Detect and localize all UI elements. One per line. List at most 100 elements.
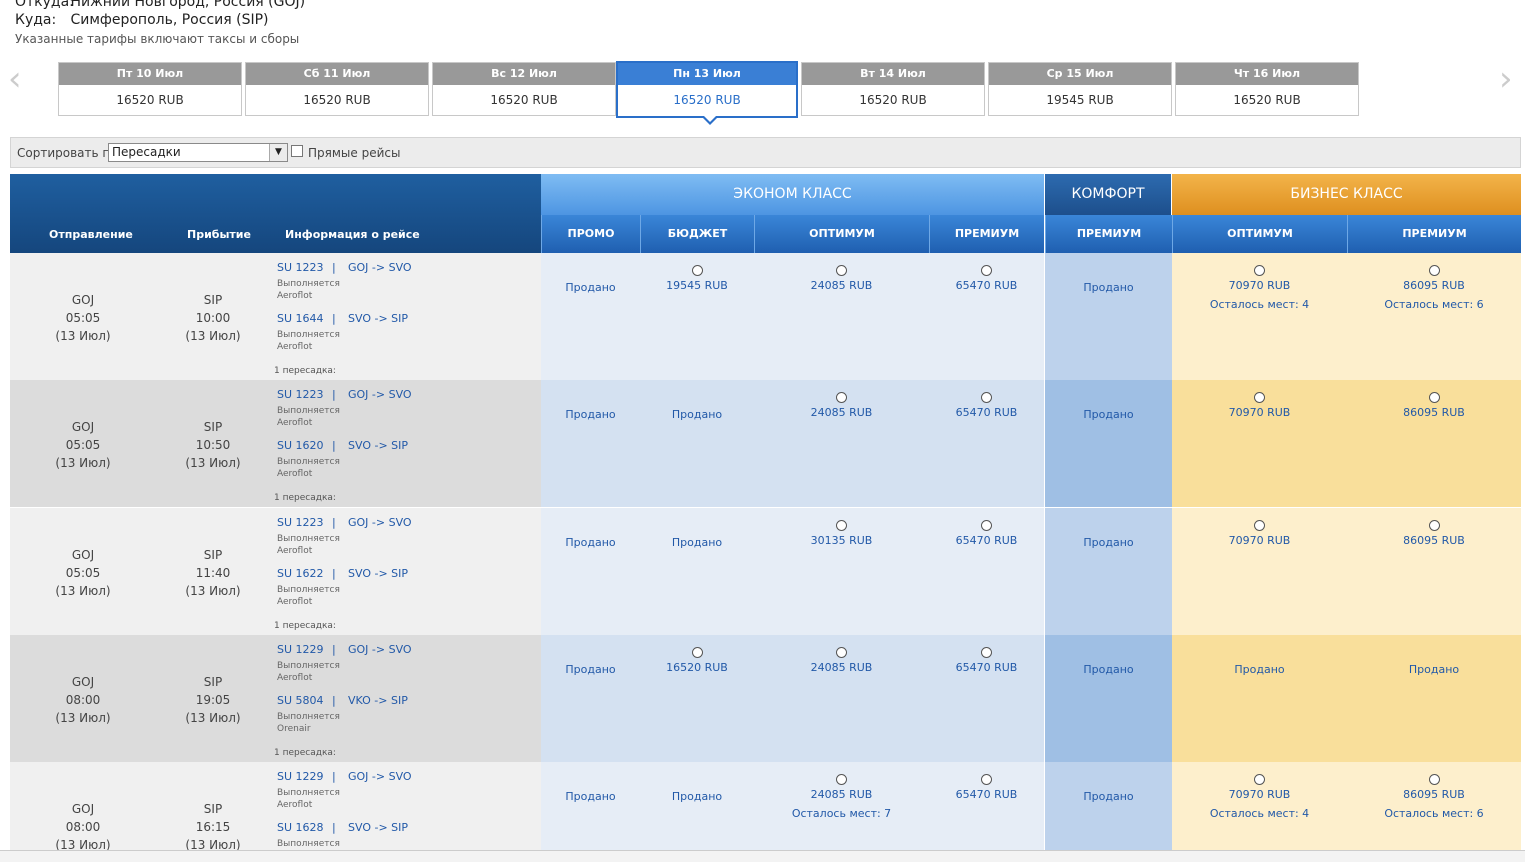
- fare-price: Продано: [671, 536, 723, 549]
- fare-option[interactable]: 86095 RUB Осталось мест: 6: [1347, 774, 1521, 820]
- fare-option[interactable]: 65470 RUB: [929, 774, 1044, 801]
- arrival-date: (13 Июл): [185, 711, 241, 725]
- flight-number[interactable]: SU 1229: [277, 770, 334, 783]
- date-tab[interactable]: Пн 13 Июл 16520 RUB: [616, 61, 798, 125]
- flight-number[interactable]: SU 1620: [277, 439, 334, 452]
- fare-option[interactable]: 16520 RUB: [640, 647, 754, 674]
- flight-segment[interactable]: SU 1223 | GOJ -> SVO: [277, 516, 412, 529]
- fare-type-header: БЮДЖЕТ: [640, 215, 754, 253]
- fare-radio[interactable]: [691, 647, 703, 658]
- fare-price: 70970 RUB: [1228, 534, 1291, 547]
- fare-option[interactable]: 24085 RUB: [754, 265, 929, 292]
- fare-option[interactable]: 24085 RUB Осталось мест: 7: [754, 774, 929, 820]
- segment-status: Выполняется: [277, 839, 340, 849]
- flight-number[interactable]: SU 1229: [277, 643, 334, 656]
- arrival-time: 10:50: [195, 438, 231, 452]
- date-tab-label: Чт 16 Июл: [1176, 63, 1358, 85]
- fare-radio[interactable]: [981, 520, 992, 531]
- fare-option[interactable]: 70970 RUB Осталось мест: 4: [1172, 774, 1347, 820]
- fare-option[interactable]: 86095 RUB Осталось мест: 6: [1347, 265, 1521, 311]
- flight-segment[interactable]: SU 1644 | SVO -> SIP: [277, 312, 408, 325]
- segment-route[interactable]: GOJ -> SVO: [348, 516, 412, 529]
- fare-radio[interactable]: [1254, 520, 1265, 531]
- flight-number[interactable]: SU 1223: [277, 261, 334, 274]
- fare-radio[interactable]: [1428, 265, 1440, 276]
- fare-option[interactable]: 86095 RUB: [1347, 392, 1521, 419]
- fare-price: Продано: [1234, 663, 1285, 676]
- segment-route[interactable]: SVO -> SIP: [348, 439, 408, 452]
- segment-route[interactable]: SVO -> SIP: [348, 567, 408, 580]
- date-tab[interactable]: Пт 10 Июл 16520 RUB: [58, 62, 242, 116]
- departure-info: GOJ 08:00 (13 Июл): [43, 800, 123, 854]
- flight-number[interactable]: SU 1622: [277, 567, 334, 580]
- fare-radio[interactable]: [1428, 392, 1440, 403]
- fare-radio[interactable]: [1428, 520, 1440, 531]
- date-tab[interactable]: Вт 14 Июл 16520 RUB: [801, 62, 985, 116]
- fare-radio[interactable]: [836, 520, 847, 531]
- flight-segment[interactable]: SU 1622 | SVO -> SIP: [277, 567, 408, 580]
- segment-route[interactable]: GOJ -> SVO: [348, 643, 412, 656]
- fare-radio[interactable]: [981, 774, 992, 785]
- direct-flights-label[interactable]: Прямые рейсы: [308, 146, 400, 160]
- sort-select[interactable]: Пересадки ▼: [108, 143, 288, 162]
- fare-option: Продано: [1045, 790, 1172, 803]
- fare-option[interactable]: 24085 RUB: [754, 392, 929, 419]
- fare-option[interactable]: 30135 RUB: [754, 520, 929, 547]
- flight-segment[interactable]: SU 1223 | GOJ -> SVO: [277, 261, 412, 274]
- fare-radio[interactable]: [836, 265, 847, 276]
- fare-radio[interactable]: [1254, 265, 1265, 276]
- date-tab[interactable]: Чт 16 Июл 16520 RUB: [1175, 62, 1359, 116]
- date-tab[interactable]: Сб 11 Июл 16520 RUB: [245, 62, 429, 116]
- chevron-down-icon[interactable]: ▼: [269, 144, 287, 161]
- fare-option[interactable]: 70970 RUB Осталось мест: 4: [1172, 265, 1347, 311]
- fare-option[interactable]: 19545 RUB: [640, 265, 754, 292]
- segment-route[interactable]: GOJ -> SVO: [348, 388, 412, 401]
- fare-option[interactable]: 86095 RUB: [1347, 520, 1521, 547]
- flight-number[interactable]: SU 5804: [277, 694, 334, 707]
- date-tab[interactable]: Ср 15 Июл 19545 RUB: [988, 62, 1172, 116]
- flight-number[interactable]: SU 1644: [277, 312, 334, 325]
- segment-route[interactable]: GOJ -> SVO: [348, 770, 412, 783]
- segment-route[interactable]: GOJ -> SVO: [348, 261, 412, 274]
- segment-route[interactable]: SVO -> SIP: [348, 821, 408, 834]
- flight-segment[interactable]: SU 5804 | VKO -> SIP: [277, 694, 408, 707]
- date-tab-price: 16520 RUB: [859, 93, 927, 107]
- fare-radio[interactable]: [981, 647, 992, 658]
- fare-price: Продано: [1083, 536, 1134, 549]
- date-tab[interactable]: Вс 12 Июл 16520 RUB: [432, 62, 616, 116]
- fare-type-header: ОПТИМУМ: [1172, 215, 1347, 253]
- fare-option[interactable]: 65470 RUB: [929, 265, 1044, 292]
- flight-number[interactable]: SU 1223: [277, 388, 334, 401]
- fare-price: 30135 RUB: [810, 534, 873, 547]
- fare-radio[interactable]: [836, 774, 847, 785]
- fare-option[interactable]: 70970 RUB: [1172, 520, 1347, 547]
- chevron-left-icon[interactable]: ‹: [8, 62, 30, 96]
- flight-segment[interactable]: SU 1620 | SVO -> SIP: [277, 439, 408, 452]
- fare-radio[interactable]: [1428, 774, 1440, 785]
- fare-radio[interactable]: [691, 265, 703, 276]
- flight-number[interactable]: SU 1628: [277, 821, 334, 834]
- fare-radio[interactable]: [836, 647, 847, 658]
- segment-route[interactable]: VKO -> SIP: [348, 694, 408, 707]
- fare-option[interactable]: 24085 RUB: [754, 647, 929, 674]
- flight-segment[interactable]: SU 1229 | GOJ -> SVO: [277, 643, 412, 656]
- fare-radio[interactable]: [981, 265, 992, 276]
- direct-flights-checkbox[interactable]: [291, 145, 303, 157]
- fare-option[interactable]: 65470 RUB: [929, 392, 1044, 419]
- fare-option[interactable]: 65470 RUB: [929, 647, 1044, 674]
- fare-option[interactable]: 70970 RUB: [1172, 392, 1347, 419]
- chevron-right-icon[interactable]: ›: [1499, 62, 1521, 96]
- flight-segment[interactable]: SU 1229 | GOJ -> SVO: [277, 770, 412, 783]
- fare-cell: Продано: [640, 508, 754, 635]
- fare-price: 19545 RUB: [666, 279, 728, 292]
- flight-number[interactable]: SU 1223: [277, 516, 334, 529]
- fare-radio[interactable]: [1254, 392, 1265, 403]
- segment-route[interactable]: SVO -> SIP: [348, 312, 408, 325]
- flight-segment[interactable]: SU 1628 | SVO -> SIP: [277, 821, 408, 834]
- fare-radio[interactable]: [1254, 774, 1265, 785]
- fare-price: 86095 RUB: [1403, 279, 1465, 292]
- fare-radio[interactable]: [836, 392, 847, 403]
- flight-segment[interactable]: SU 1223 | GOJ -> SVO: [277, 388, 412, 401]
- fare-option[interactable]: 65470 RUB: [929, 520, 1044, 547]
- fare-radio[interactable]: [981, 392, 992, 403]
